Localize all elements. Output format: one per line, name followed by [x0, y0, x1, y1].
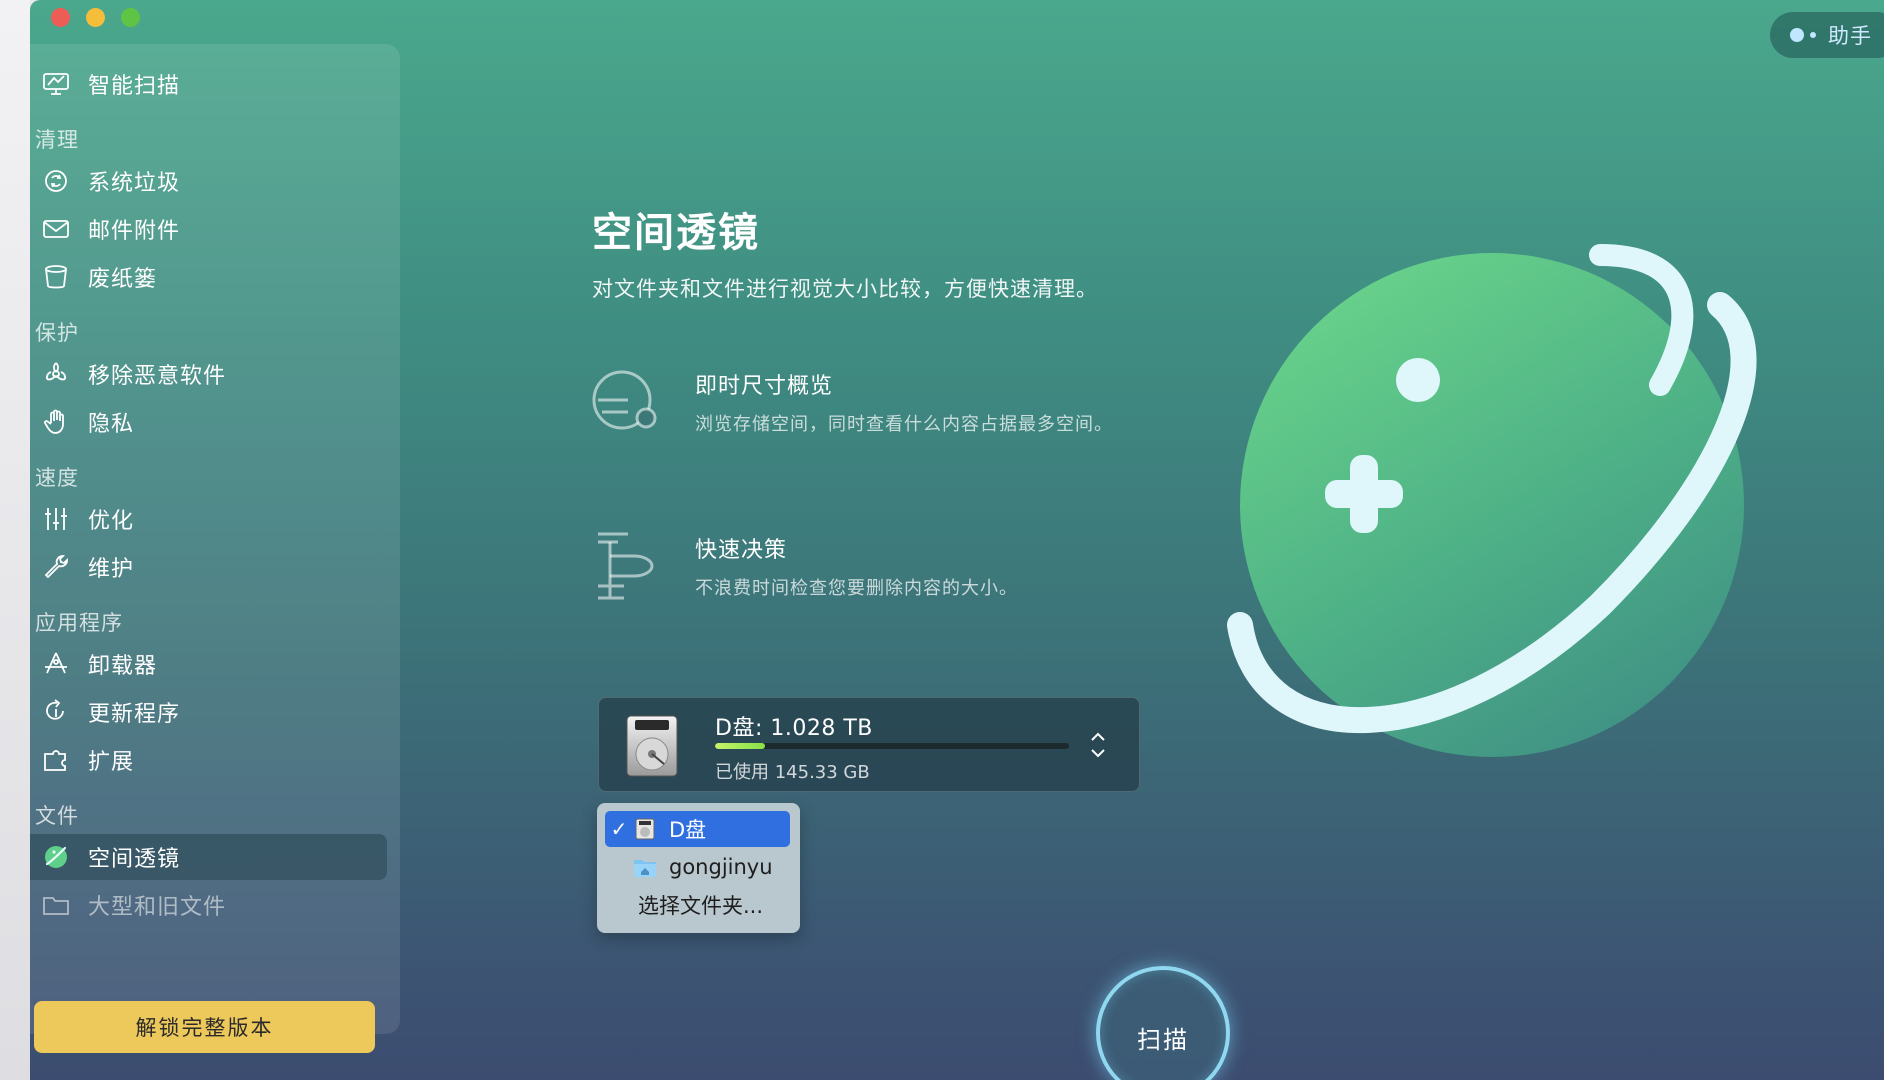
sidebar-item-label: 隐私	[88, 412, 135, 437]
sidebar-section-files: 文件	[35, 804, 79, 828]
scan-button[interactable]: 扫描	[1096, 966, 1230, 1080]
dropdown-item-choose-folder[interactable]: 选择文件夹...	[605, 887, 790, 923]
sidebar-item-label: 废纸篓	[88, 267, 158, 292]
mail-icon	[32, 206, 80, 252]
page-title: 空间透镜	[592, 210, 760, 256]
sidebar-item-extensions[interactable]: 扩展	[30, 737, 387, 783]
desktop-edge	[0, 0, 30, 1080]
sidebar-item-label: 卸载器	[88, 654, 158, 679]
dropdown-item-d-drive[interactable]: ✓ D盘	[605, 811, 790, 847]
sidebar: 智能扫描 清理 系统垃圾 邮件附件 废纸篓 保护 移除恶意软件 隐私 速度 优化…	[30, 44, 400, 1053]
sidebar-item-privacy[interactable]: 隐私	[30, 399, 387, 445]
sidebar-item-trash[interactable]: 废纸篓	[30, 254, 387, 300]
checkmark-icon: ✓	[610, 817, 628, 841]
apps-icon	[32, 641, 80, 687]
drive-icon	[635, 818, 655, 840]
sidebar-item-label: 维护	[88, 557, 135, 582]
sidebar-section-speed: 速度	[35, 466, 79, 490]
disk-used-text: 已使用 145.33 GB	[715, 762, 870, 783]
hard-drive-icon	[626, 715, 678, 777]
folder-icon	[32, 882, 80, 928]
sidebar-section-applications: 应用程序	[35, 611, 123, 635]
minimize-window-button[interactable]	[86, 8, 105, 27]
home-folder-icon	[634, 860, 656, 877]
dropdown-item-gongjinyu[interactable]: gongjinyu	[605, 849, 790, 885]
recycle-icon	[32, 158, 80, 204]
feature-description: 浏览存储空间，同时查看什么内容占据最多空间。	[695, 414, 1113, 435]
size-overview-icon	[592, 370, 657, 430]
extension-icon	[32, 737, 80, 783]
sidebar-item-maintenance[interactable]: 维护	[30, 544, 387, 590]
sidebar-item-label: 智能扫描	[88, 74, 181, 99]
assistant-label: 助手	[1828, 24, 1872, 48]
sidebar-item-label: 扩展	[88, 750, 135, 775]
sliders-icon	[32, 496, 80, 542]
sidebar-section-protect: 保护	[35, 321, 79, 345]
disk-usage-bar	[715, 743, 1069, 749]
sidebar-item-optimization[interactable]: 优化	[30, 496, 387, 542]
disk-name: D盘: 1.028 TB	[715, 716, 873, 741]
sidebar-section-clean: 清理	[35, 128, 79, 152]
feature-title: 即时尺寸概览	[695, 374, 834, 399]
disk-usage-fill	[715, 743, 765, 749]
assistant-dot-icon	[1790, 28, 1804, 42]
sidebar-item-label: 系统垃圾	[88, 171, 181, 196]
sidebar-item-malware-removal[interactable]: 移除恶意软件	[30, 351, 387, 397]
sidebar-item-uninstaller[interactable]: 卸载器	[30, 641, 387, 687]
sidebar-item-system-junk[interactable]: 系统垃圾	[30, 158, 387, 204]
app-window: 智能扫描 清理 系统垃圾 邮件附件 废纸篓 保护 移除恶意软件 隐私 速度 优化…	[30, 0, 1884, 1080]
quick-decision-icon	[598, 532, 654, 600]
chevron-up-down-icon[interactable]	[1089, 728, 1107, 762]
disk-selector[interactable]: D盘: 1.028 TB 已使用 145.33 GB	[598, 697, 1140, 792]
biohazard-icon	[32, 351, 80, 397]
trash-icon	[32, 254, 80, 300]
dropdown-item-label: 选择文件夹...	[638, 894, 764, 918]
assistant-button[interactable]: 助手	[1770, 12, 1884, 58]
sidebar-item-mail-attachments[interactable]: 邮件附件	[30, 206, 387, 252]
update-icon	[32, 689, 80, 735]
sidebar-item-space-lens[interactable]: 空间透镜	[30, 834, 387, 880]
sidebar-item-label: 空间透镜	[88, 847, 181, 872]
feature-title: 快速决策	[695, 538, 788, 563]
sidebar-item-updater[interactable]: 更新程序	[30, 689, 387, 735]
sidebar-item-label: 优化	[88, 509, 135, 534]
sidebar-item-smart-scan[interactable]: 智能扫描	[30, 61, 387, 107]
monitor-scan-icon	[32, 61, 80, 107]
sidebar-item-label: 大型和旧文件	[88, 895, 227, 920]
unlock-full-version-button[interactable]: 解锁完整版本	[34, 1001, 375, 1053]
sidebar-item-label: 邮件附件	[88, 219, 181, 244]
dropdown-item-label: D盘	[669, 818, 707, 842]
dropdown-item-label: gongjinyu	[669, 855, 773, 879]
page-subtitle: 对文件夹和文件进行视觉大小比较，方便快速清理。	[592, 277, 1098, 301]
close-window-button[interactable]	[51, 8, 70, 27]
wrench-icon	[32, 544, 80, 590]
disk-dropdown-menu: ✓ D盘 gongjinyu 选择文件夹...	[597, 803, 800, 933]
hand-icon	[32, 399, 80, 445]
sidebar-item-large-old-files[interactable]: 大型和旧文件	[30, 882, 387, 928]
feature-description: 不浪费时间检查您要删除内容的大小。	[695, 578, 1018, 599]
space-lens-icon	[32, 834, 80, 880]
assistant-dot-small-icon	[1810, 32, 1816, 38]
sidebar-item-label: 更新程序	[88, 702, 181, 727]
zoom-window-button[interactable]	[121, 8, 140, 27]
sidebar-item-label: 移除恶意软件	[88, 364, 227, 389]
space-lens-planet-illustration	[1227, 244, 1757, 757]
